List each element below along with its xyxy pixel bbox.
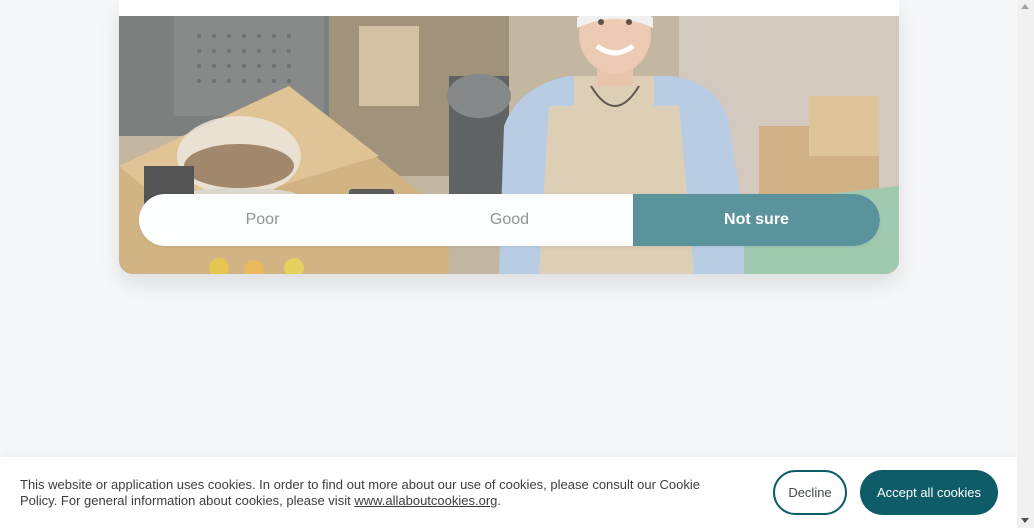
rating-option-good[interactable]: Good	[386, 194, 633, 246]
rating-option-poor[interactable]: Poor	[139, 194, 386, 246]
allaboutcookies-link[interactable]: www.allaboutcookies.org	[354, 493, 497, 508]
scroll-up-arrow-icon[interactable]	[1021, 4, 1029, 9]
vertical-scrollbar[interactable]	[1017, 0, 1034, 528]
page: Poor Good Not sure This website or appli…	[0, 0, 1017, 528]
survey-card: Poor Good Not sure	[119, 0, 899, 274]
cookie-banner: This website or application uses cookies…	[0, 457, 1017, 528]
cookie-notice-text: This website or application uses cookies…	[20, 477, 740, 509]
accept-all-cookies-button[interactable]: Accept all cookies	[860, 470, 998, 515]
scroll-down-arrow-icon[interactable]	[1021, 518, 1029, 523]
rating-selector: Poor Good Not sure	[139, 194, 880, 246]
decline-cookies-button[interactable]: Decline	[773, 470, 847, 515]
cookie-notice-end: .	[497, 493, 502, 508]
card-header-strip	[119, 0, 899, 16]
rating-option-not-sure[interactable]: Not sure	[633, 194, 880, 246]
